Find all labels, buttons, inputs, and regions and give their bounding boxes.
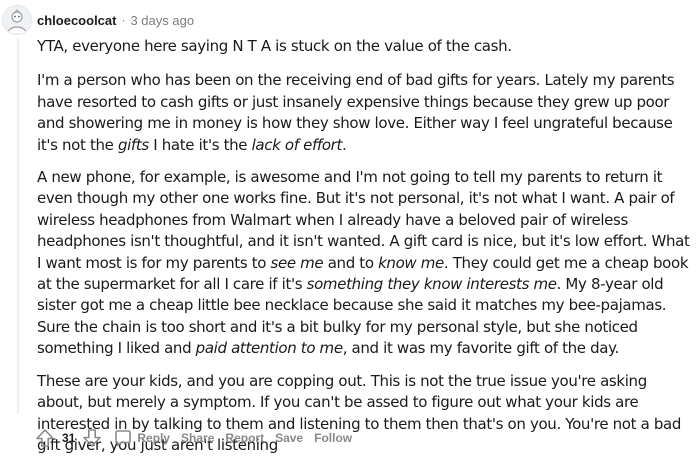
paragraph: I'm a person who has been on the receivi… bbox=[37, 70, 697, 156]
paragraph-text: YTA, everyone here saying N T A is stuck… bbox=[37, 37, 512, 55]
share-button[interactable]: Share bbox=[181, 431, 214, 445]
username[interactable]: chloecoolcat bbox=[37, 13, 116, 28]
vote-score: 31 bbox=[62, 431, 76, 445]
paragraph: YTA, everyone here saying N T A is stuck… bbox=[37, 36, 697, 57]
paragraph: A new phone, for example, is awesome and… bbox=[37, 167, 697, 360]
default-avatar-icon bbox=[3, 6, 31, 34]
emphasis-text: know me bbox=[378, 253, 444, 272]
emphasis-text: see me bbox=[270, 253, 324, 272]
meta-separator: · bbox=[121, 13, 126, 27]
report-button[interactable]: Report bbox=[225, 431, 264, 445]
paragraph-text: . bbox=[342, 135, 347, 154]
paragraph-text: and to bbox=[323, 253, 379, 272]
thread-line[interactable] bbox=[17, 38, 19, 414]
save-button[interactable]: Save bbox=[275, 431, 303, 445]
reply-label: Reply bbox=[137, 431, 171, 445]
comment-actions: 31 Reply Share Report Save Follow bbox=[34, 427, 352, 449]
upvote-arrow-icon bbox=[36, 429, 54, 447]
paragraph-text: , and it was my favorite gift of the day… bbox=[342, 339, 620, 358]
downvote-arrow-icon bbox=[83, 429, 102, 447]
emphasis-text: something they know interests me bbox=[306, 275, 557, 294]
comment-body: YTA, everyone here saying N T A is stuck… bbox=[37, 36, 697, 467]
emphasis-text: lack of effort bbox=[251, 135, 343, 154]
upvote-button[interactable] bbox=[34, 427, 56, 449]
paragraph-text: I hate it's the bbox=[148, 135, 252, 154]
follow-button[interactable]: Follow bbox=[314, 431, 352, 445]
emphasis-text: paid attention to me bbox=[195, 339, 343, 358]
downvote-button[interactable] bbox=[81, 427, 103, 449]
comment-header: chloecoolcat · 3 days ago bbox=[2, 5, 194, 35]
timestamp[interactable]: 3 days ago bbox=[130, 13, 194, 28]
reply-button[interactable]: Reply bbox=[113, 428, 170, 448]
emphasis-text: gifts bbox=[117, 135, 149, 154]
avatar[interactable] bbox=[2, 5, 32, 35]
chat-bubble-icon bbox=[115, 430, 132, 447]
